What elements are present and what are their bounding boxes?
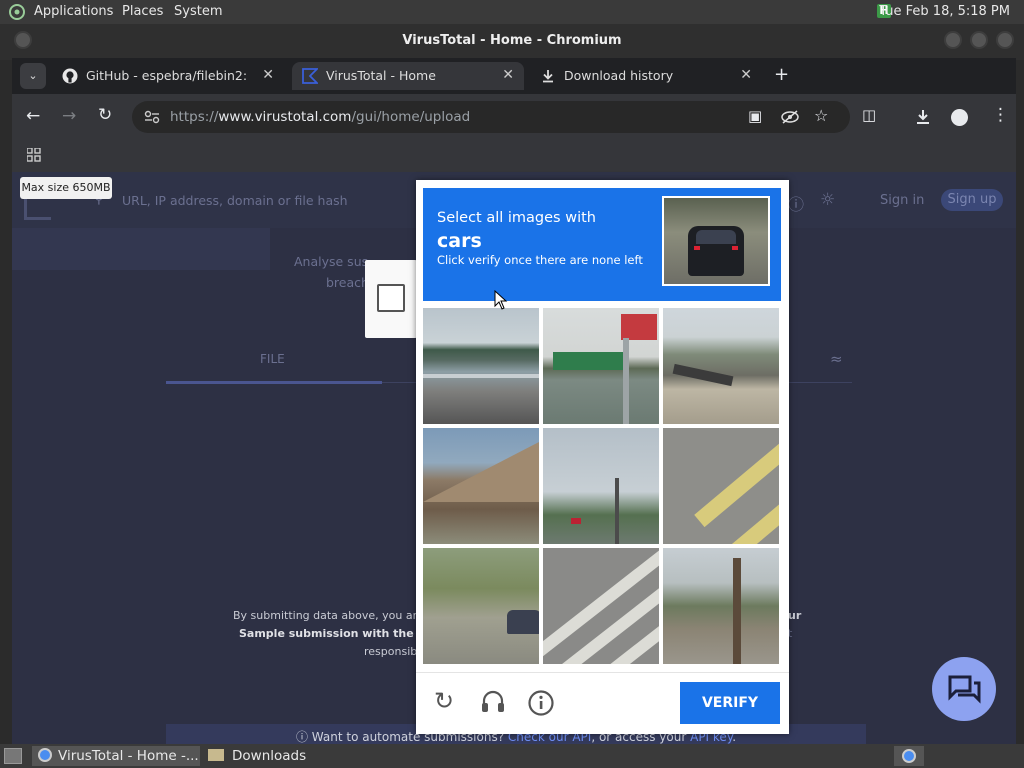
captcha-tile-2[interactable]: highway-sign bbox=[543, 308, 659, 424]
address-bar[interactable]: https://www.virustotal.com/gui/home/uplo… bbox=[132, 101, 850, 133]
menu-places[interactable]: Places bbox=[122, 4, 163, 19]
desktop-top-panel: Applications Places System H Tue Feb 18,… bbox=[0, 0, 1024, 24]
forward-icon[interactable]: → bbox=[62, 106, 76, 126]
chat-button[interactable] bbox=[932, 657, 996, 721]
captcha-tile-4[interactable]: roof bbox=[423, 428, 539, 544]
site-settings-icon[interactable] bbox=[144, 110, 160, 124]
more-menu-icon[interactable]: ⋮ bbox=[992, 105, 1009, 125]
task-virustotal[interactable]: VirusTotal - Home -... bbox=[32, 746, 200, 766]
side-panel bbox=[12, 228, 270, 270]
folder-icon bbox=[208, 749, 224, 761]
tab-virustotal[interactable]: VirusTotal - Home ✕ bbox=[292, 62, 524, 90]
clock[interactable]: Tue Feb 18, 5:18 PM bbox=[879, 4, 1010, 19]
info-help-icon[interactable] bbox=[527, 689, 555, 717]
tab-download-history[interactable]: Download history ✕ bbox=[530, 62, 762, 90]
close-tab-icon[interactable]: ✕ bbox=[262, 67, 274, 83]
terms-text-2: Sample submission with the secu bbox=[239, 627, 446, 640]
help-icon[interactable]: ⓘ bbox=[788, 191, 804, 215]
menu-system[interactable]: System bbox=[174, 4, 222, 19]
workspace-chromium-icon bbox=[902, 749, 916, 763]
terms-text-1-end: ur bbox=[788, 609, 802, 622]
tab-strip: ⌄ GitHub - espebra/filebin2: Fi ✕ VirusT… bbox=[12, 58, 1016, 94]
close-window-icon[interactable] bbox=[996, 31, 1014, 49]
eye-off-icon[interactable] bbox=[780, 109, 800, 125]
captcha-tile-7[interactable]: street-parked-car bbox=[423, 548, 539, 664]
chromium-icon bbox=[38, 748, 52, 762]
captcha-tile-1[interactable]: river-bridge bbox=[423, 308, 539, 424]
reload-icon[interactable]: ↻ bbox=[98, 105, 112, 125]
reload-challenge-icon[interactable]: ↻ bbox=[434, 687, 454, 715]
captcha-tile-9[interactable]: street-with-trees bbox=[663, 548, 779, 664]
sample-car-image bbox=[662, 196, 770, 286]
instruction-line-2: Click verify once there are none left bbox=[437, 253, 643, 267]
max-size-tooltip: Max size 650MB bbox=[20, 177, 112, 199]
terms-text-3: responsib bbox=[364, 645, 418, 658]
tab-label: GitHub - espebra/filebin2: Fi bbox=[86, 68, 250, 83]
captcha-footer: ↻ VERIFY bbox=[416, 672, 789, 735]
captcha-checkbox[interactable] bbox=[377, 284, 405, 312]
window-titlebar: VirusTotal - Home - Chromium bbox=[0, 24, 1024, 60]
captcha-checkbox-card bbox=[365, 260, 417, 338]
sign-up-button[interactable]: Sign up bbox=[941, 189, 1003, 211]
new-tab-icon[interactable]: + bbox=[774, 64, 789, 85]
extensions-icon[interactable]: ◫ bbox=[862, 106, 876, 124]
download-icon bbox=[543, 70, 553, 83]
target-object: cars bbox=[437, 230, 482, 252]
tab-file[interactable]: FILE bbox=[260, 352, 285, 366]
sign-in-link[interactable]: Sign in bbox=[880, 193, 924, 208]
task-downloads[interactable]: Downloads bbox=[204, 746, 394, 766]
github-icon bbox=[62, 68, 78, 84]
captcha-instructions: Select all images with cars Click verify… bbox=[423, 188, 781, 301]
bookmarks-bar bbox=[12, 140, 1016, 172]
captcha-tile-8[interactable]: crosswalk-stripes bbox=[543, 548, 659, 664]
tab-github[interactable]: GitHub - espebra/filebin2: Fi ✕ bbox=[52, 62, 284, 90]
captcha-tile-5[interactable]: traffic-light bbox=[543, 428, 659, 544]
url-text: https://www.virustotal.com/gui/home/uplo… bbox=[170, 109, 471, 125]
intro-text-1: Analyse sus bbox=[294, 254, 369, 269]
terms-text-1: By submitting data above, you are ag bbox=[233, 609, 441, 622]
show-desktop-icon[interactable] bbox=[4, 748, 22, 764]
instruction-line-1: Select all images with bbox=[437, 210, 596, 226]
verify-button[interactable]: VERIFY bbox=[680, 682, 780, 724]
captcha-tile-3[interactable]: road-with-cars bbox=[663, 308, 779, 424]
bookmark-star-icon[interactable]: ☆ bbox=[814, 106, 828, 125]
close-tab-icon[interactable]: ✕ bbox=[502, 67, 514, 83]
tab-search-chevron-icon[interactable]: ⌄ bbox=[20, 63, 46, 89]
downloads-icon[interactable] bbox=[915, 109, 931, 125]
captcha-tile-6[interactable]: crosswalk bbox=[663, 428, 779, 544]
intro-text-2: breach bbox=[326, 275, 369, 290]
tab-file-underline bbox=[166, 381, 382, 384]
tab-label: VirusTotal - Home bbox=[326, 68, 436, 83]
info-icon: ⓘ bbox=[295, 730, 312, 744]
window-title: VirusTotal - Home - Chromium bbox=[402, 33, 622, 48]
taskbar: VirusTotal - Home -... Downloads bbox=[0, 744, 1024, 768]
maximize-icon[interactable] bbox=[970, 31, 988, 49]
profile-avatar-icon[interactable] bbox=[951, 109, 968, 126]
tab-label: Download history bbox=[564, 68, 674, 83]
tab-search-wave-icon[interactable]: ≈ bbox=[830, 350, 843, 368]
virustotal-icon bbox=[302, 68, 318, 84]
search-input[interactable]: URL, IP address, domain or file hash bbox=[122, 193, 348, 208]
audio-challenge-icon[interactable] bbox=[480, 689, 506, 715]
apps-grid-icon[interactable] bbox=[27, 148, 41, 162]
workspace-switcher[interactable] bbox=[894, 746, 924, 766]
mouse-cursor-icon bbox=[494, 290, 508, 310]
theme-sun-icon[interactable]: ☼ bbox=[820, 190, 835, 210]
gnome-foot-icon[interactable] bbox=[8, 4, 26, 20]
back-icon[interactable]: ← bbox=[26, 106, 40, 126]
chat-icon bbox=[948, 675, 981, 704]
close-tab-icon[interactable]: ✕ bbox=[740, 67, 752, 83]
minimize-icon[interactable] bbox=[944, 31, 962, 49]
captcha-challenge: Select all images with cars Click verify… bbox=[416, 180, 789, 734]
menu-applications[interactable]: Applications bbox=[34, 4, 113, 19]
browser-toolbar: ← → ↻ https://www.virustotal.com/gui/hom… bbox=[12, 94, 1016, 140]
install-app-icon[interactable]: ▣ bbox=[748, 107, 762, 125]
